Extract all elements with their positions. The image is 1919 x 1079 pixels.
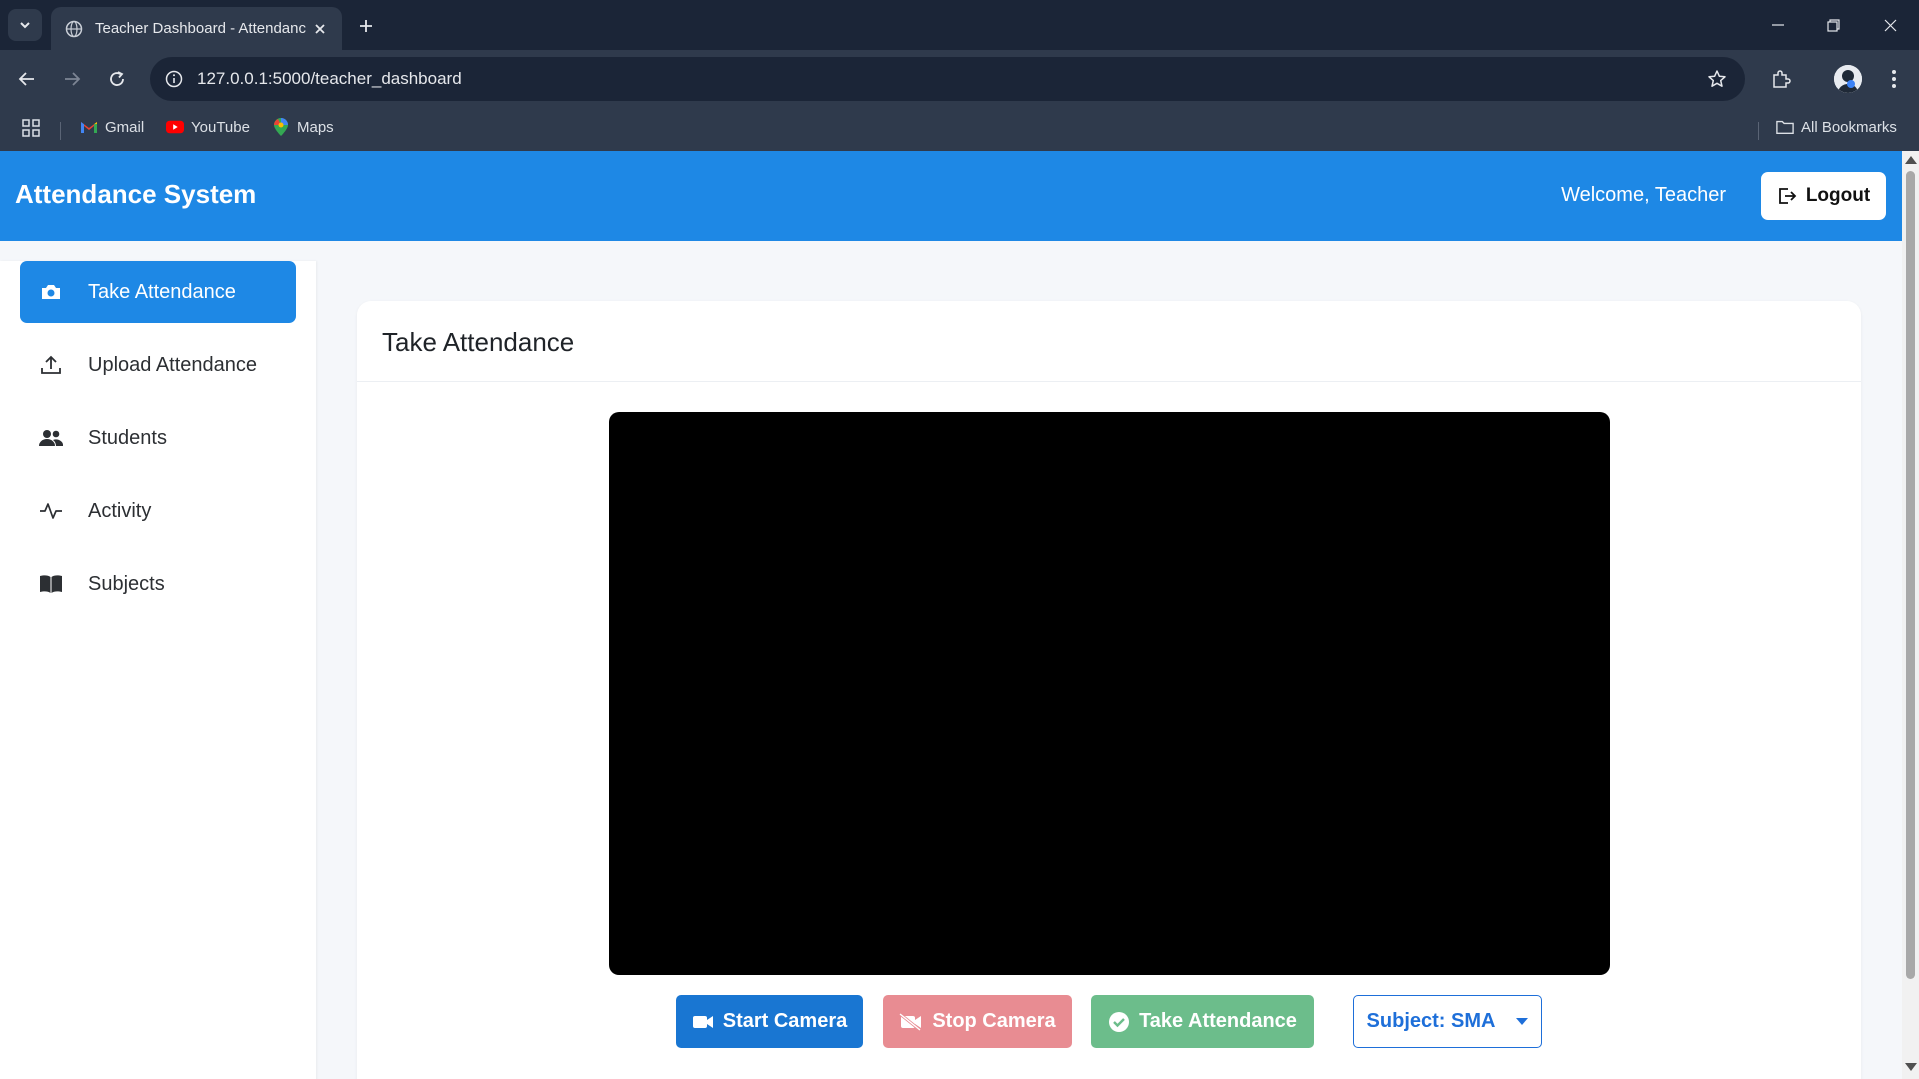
subject-dropdown-label: Subject: SMA <box>1366 1010 1496 1032</box>
restore-icon <box>1826 18 1840 32</box>
new-tab-button[interactable] <box>352 12 380 40</box>
bookmark-youtube[interactable]: YouTube <box>166 118 250 136</box>
extensions-button[interactable] <box>1765 63 1797 95</box>
scroll-down-arrow-icon[interactable] <box>1905 1063 1917 1071</box>
restore-button[interactable] <box>1818 10 1848 40</box>
scrollbar-thumb[interactable] <box>1906 171 1915 979</box>
reload-icon <box>110 71 124 86</box>
logout-label: Logout <box>1805 185 1871 206</box>
sidebar-item-label: Take Attendance <box>88 280 236 303</box>
app-brand[interactable]: Attendance System <box>15 179 256 210</box>
apps-grid-icon <box>22 119 40 137</box>
subject-dropdown[interactable]: Subject: SMA <box>1353 995 1542 1048</box>
arrow-right-icon <box>65 72 81 86</box>
gmail-icon <box>80 118 98 136</box>
video-camera-off-icon <box>899 1012 922 1031</box>
page-viewport: Attendance System Welcome, Teacher Logou… <box>0 151 1902 1079</box>
start-camera-button[interactable]: Start Camera <box>676 995 863 1048</box>
back-button[interactable] <box>12 64 42 94</box>
bookmark-label: Maps <box>297 118 334 136</box>
sidebar-item-upload-attendance[interactable]: Upload Attendance <box>20 334 296 396</box>
check-circle-icon <box>1109 1011 1130 1032</box>
attendance-card: Take Attendance <box>357 301 1861 1079</box>
chevron-down-icon <box>20 22 30 29</box>
sidebar-item-label: Subjects <box>88 572 165 595</box>
tab-close-icon[interactable] <box>310 19 330 39</box>
sidebar: Take Attendance Upload Attendance Studen… <box>0 261 316 1079</box>
arrow-left-icon <box>18 72 34 86</box>
all-bookmarks-button[interactable]: All Bookmarks <box>1776 118 1897 136</box>
sidebar-item-label: Students <box>88 426 167 449</box>
address-bar[interactable]: 127.0.0.1:5000/teacher_dashboard <box>150 57 1745 101</box>
app-navbar: Attendance System Welcome, Teacher Logou… <box>0 151 1902 241</box>
sidebar-item-students[interactable]: Students <box>20 407 296 469</box>
bookmarks-separator <box>60 122 61 140</box>
reload-button[interactable] <box>102 64 132 94</box>
upload-icon <box>38 352 64 378</box>
bookmark-label: YouTube <box>191 118 250 136</box>
profile-avatar[interactable] <box>1834 65 1862 93</box>
camera-icon <box>38 279 64 305</box>
url-text: 127.0.0.1:5000/teacher_dashboard <box>197 69 462 88</box>
sidebar-item-activity[interactable]: Activity <box>20 480 296 542</box>
puzzle-icon <box>1773 70 1791 88</box>
tab-search-button[interactable] <box>8 9 42 41</box>
plus-icon <box>360 20 372 32</box>
maps-icon <box>272 118 290 136</box>
welcome-text: Welcome, Teacher <box>1561 184 1726 206</box>
browser-menu-button[interactable] <box>1878 63 1910 95</box>
take-attendance-button[interactable]: Take Attendance <box>1091 995 1314 1048</box>
card-title: Take Attendance <box>382 327 575 357</box>
start-camera-label: Start Camera <box>722 1010 848 1032</box>
camera-video-feed <box>609 412 1610 975</box>
card-header: Take Attendance <box>357 301 1861 382</box>
sidebar-item-subjects[interactable]: Subjects <box>20 553 296 615</box>
book-icon <box>38 571 64 597</box>
browser-tab[interactable]: Teacher Dashboard - Attendanc <box>51 7 342 50</box>
close-icon <box>1884 19 1896 31</box>
kebab-menu-icon <box>1892 70 1896 88</box>
stop-camera-label: Stop Camera <box>932 1010 1056 1032</box>
bookmark-label: Gmail <box>105 118 145 136</box>
bookmarks-bar: Gmail YouTube Maps All Bookmarks <box>0 108 1919 151</box>
take-attendance-label: Take Attendance <box>1139 1010 1297 1032</box>
minimize-button[interactable] <box>1763 10 1793 40</box>
sidebar-item-label: Activity <box>88 499 152 522</box>
sidebar-item-take-attendance[interactable]: Take Attendance <box>20 261 296 323</box>
bookmark-star-icon[interactable] <box>1705 67 1729 91</box>
all-bookmarks-label: All Bookmarks <box>1801 118 1897 136</box>
caret-down-icon <box>1516 1018 1529 1025</box>
close-window-button[interactable] <box>1875 10 1905 40</box>
bookmarks-separator <box>1758 122 1759 140</box>
browser-tabstrip: Teacher Dashboard - Attendanc <box>0 0 1919 50</box>
video-camera-icon <box>692 1015 713 1028</box>
tab-title: Teacher Dashboard - Attendanc <box>95 20 306 37</box>
logout-icon <box>1778 188 1797 204</box>
scroll-up-arrow-icon[interactable] <box>1905 156 1917 164</box>
logout-button[interactable]: Logout <box>1761 172 1886 220</box>
page-scrollbar[interactable] <box>1902 151 1919 1079</box>
forward-button[interactable] <box>57 64 87 94</box>
bookmark-gmail[interactable]: Gmail <box>80 118 144 136</box>
bookmark-maps[interactable]: Maps <box>272 118 334 136</box>
folder-icon <box>1776 118 1794 136</box>
browser-toolbar: 127.0.0.1:5000/teacher_dashboard <box>0 50 1919 108</box>
apps-button[interactable] <box>22 119 40 137</box>
globe-icon <box>65 20 83 38</box>
profile-icon <box>1834 65 1862 93</box>
activity-icon <box>38 498 64 524</box>
site-info-icon[interactable] <box>163 68 185 90</box>
stop-camera-button[interactable]: Stop Camera <box>883 995 1072 1048</box>
users-icon <box>38 425 64 451</box>
minimize-icon <box>1772 24 1784 26</box>
youtube-icon <box>166 118 184 136</box>
sidebar-item-label: Upload Attendance <box>88 353 258 376</box>
